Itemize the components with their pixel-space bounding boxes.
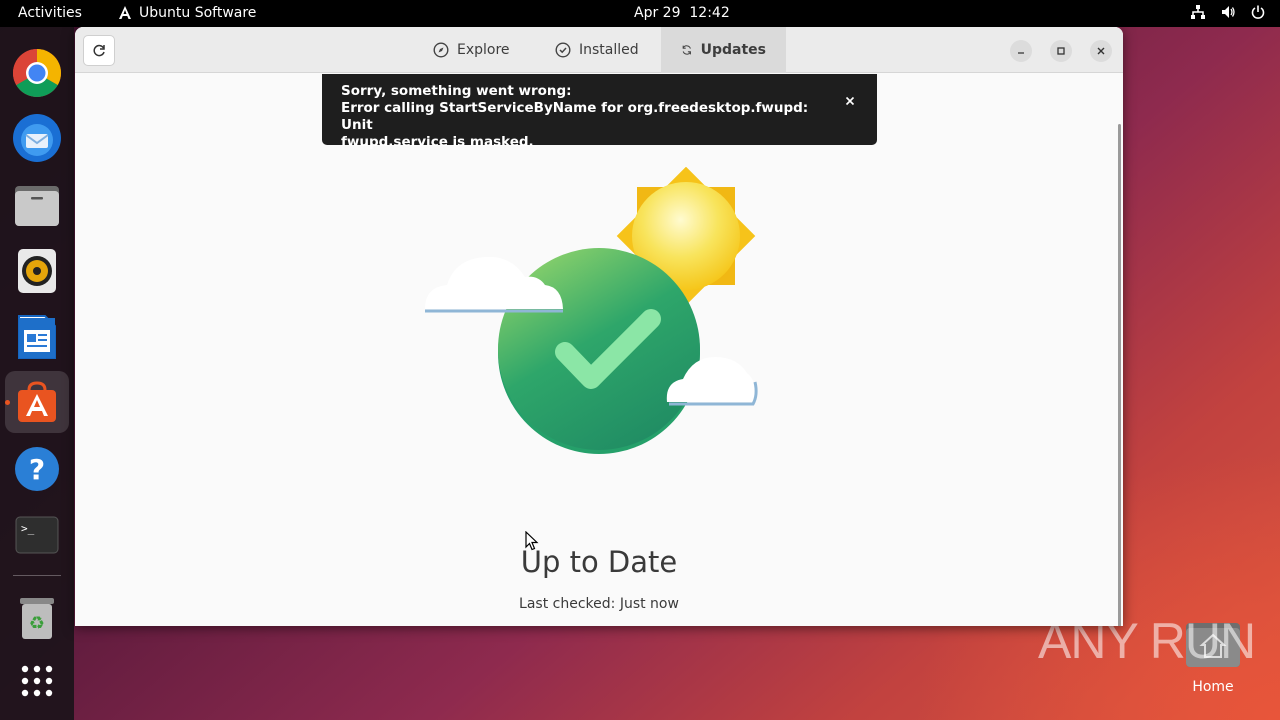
app-grid-icon [21, 665, 53, 697]
dock-files[interactable] [11, 179, 63, 231]
writer-icon [18, 315, 56, 359]
tab-explore[interactable]: Explore [413, 27, 530, 73]
tab-updates-label: Updates [700, 42, 766, 58]
error-message-line1: Error calling StartServiceByName for org… [341, 100, 809, 133]
tab-installed-label: Installed [579, 42, 639, 58]
dock-thunderbird[interactable] [11, 112, 63, 164]
last-checked-text: Last checked: Just now [519, 596, 679, 612]
svg-text:♻: ♻ [29, 613, 45, 634]
power-icon [1251, 5, 1265, 19]
thunderbird-icon [13, 114, 61, 162]
desktop-home-label[interactable]: Home [1180, 679, 1246, 695]
software-icon [18, 381, 56, 422]
running-indicator [5, 400, 10, 405]
system-tray[interactable] [1190, 4, 1266, 20]
rhythmbox-icon [18, 249, 56, 293]
error-heading: Sorry, something went wrong: [341, 83, 572, 99]
clock-time: 12:42 [689, 5, 730, 21]
tab-installed[interactable]: Installed [535, 27, 659, 73]
dock-terminal[interactable]: >_ [11, 509, 63, 561]
dock: ? >_ ♻ [0, 27, 74, 720]
dock-show-apps[interactable] [11, 655, 63, 707]
svg-text:?: ? [29, 453, 45, 486]
files-icon [15, 186, 59, 226]
dock-help[interactable]: ? [11, 443, 63, 495]
error-message-line2: fwupd.service is masked. [341, 134, 534, 150]
minimize-icon [1018, 52, 1024, 54]
dock-chrome[interactable] [11, 47, 63, 99]
dock-writer[interactable] [11, 311, 63, 363]
check-circle-icon [555, 42, 571, 58]
sync-icon [682, 45, 691, 55]
dock-trash[interactable]: ♻ [11, 592, 63, 644]
compass-icon [433, 42, 449, 58]
close-window-button[interactable] [1090, 40, 1112, 62]
close-icon [1097, 47, 1105, 55]
app-name: Ubuntu Software [139, 5, 257, 21]
dock-ubuntu-software[interactable] [5, 371, 69, 433]
refresh-button[interactable] [83, 35, 115, 66]
trash-icon: ♻ [20, 598, 54, 639]
maximize-icon [1057, 47, 1065, 55]
volume-icon [1222, 6, 1235, 18]
minimize-button[interactable] [1010, 40, 1032, 62]
refresh-icon [93, 44, 105, 56]
dock-rhythmbox[interactable] [11, 245, 63, 297]
clock[interactable]: Apr 29 12:42 [634, 5, 730, 21]
cloud-left [425, 256, 563, 313]
tab-updates[interactable]: Updates [661, 27, 786, 73]
header-bar: Explore Installed Updates [75, 27, 1123, 73]
svg-text:>_: >_ [21, 522, 35, 535]
software-icon [119, 6, 131, 19]
status-title: Up to Date [520, 545, 678, 579]
app-menu[interactable]: Ubuntu Software [117, 5, 256, 21]
mouse-cursor-icon [525, 531, 539, 551]
tab-explore-label: Explore [457, 42, 510, 58]
help-icon: ? [15, 447, 59, 491]
network-icon [1191, 5, 1205, 19]
error-notification: Sorry, something went wrong: Error calli… [322, 74, 877, 150]
dismiss-notification-button[interactable] [845, 92, 855, 109]
maximize-button[interactable] [1050, 40, 1072, 62]
dock-separator [13, 575, 61, 576]
chrome-icon [12, 48, 62, 98]
clock-date: Apr 29 [634, 5, 681, 21]
close-icon [845, 96, 855, 106]
up-to-date-illustration [425, 167, 758, 454]
top-bar: Activities Ubuntu Software Apr 29 12:42 [0, 0, 1280, 27]
activities-button[interactable]: Activities [18, 5, 82, 21]
terminal-icon: >_ [15, 516, 59, 554]
